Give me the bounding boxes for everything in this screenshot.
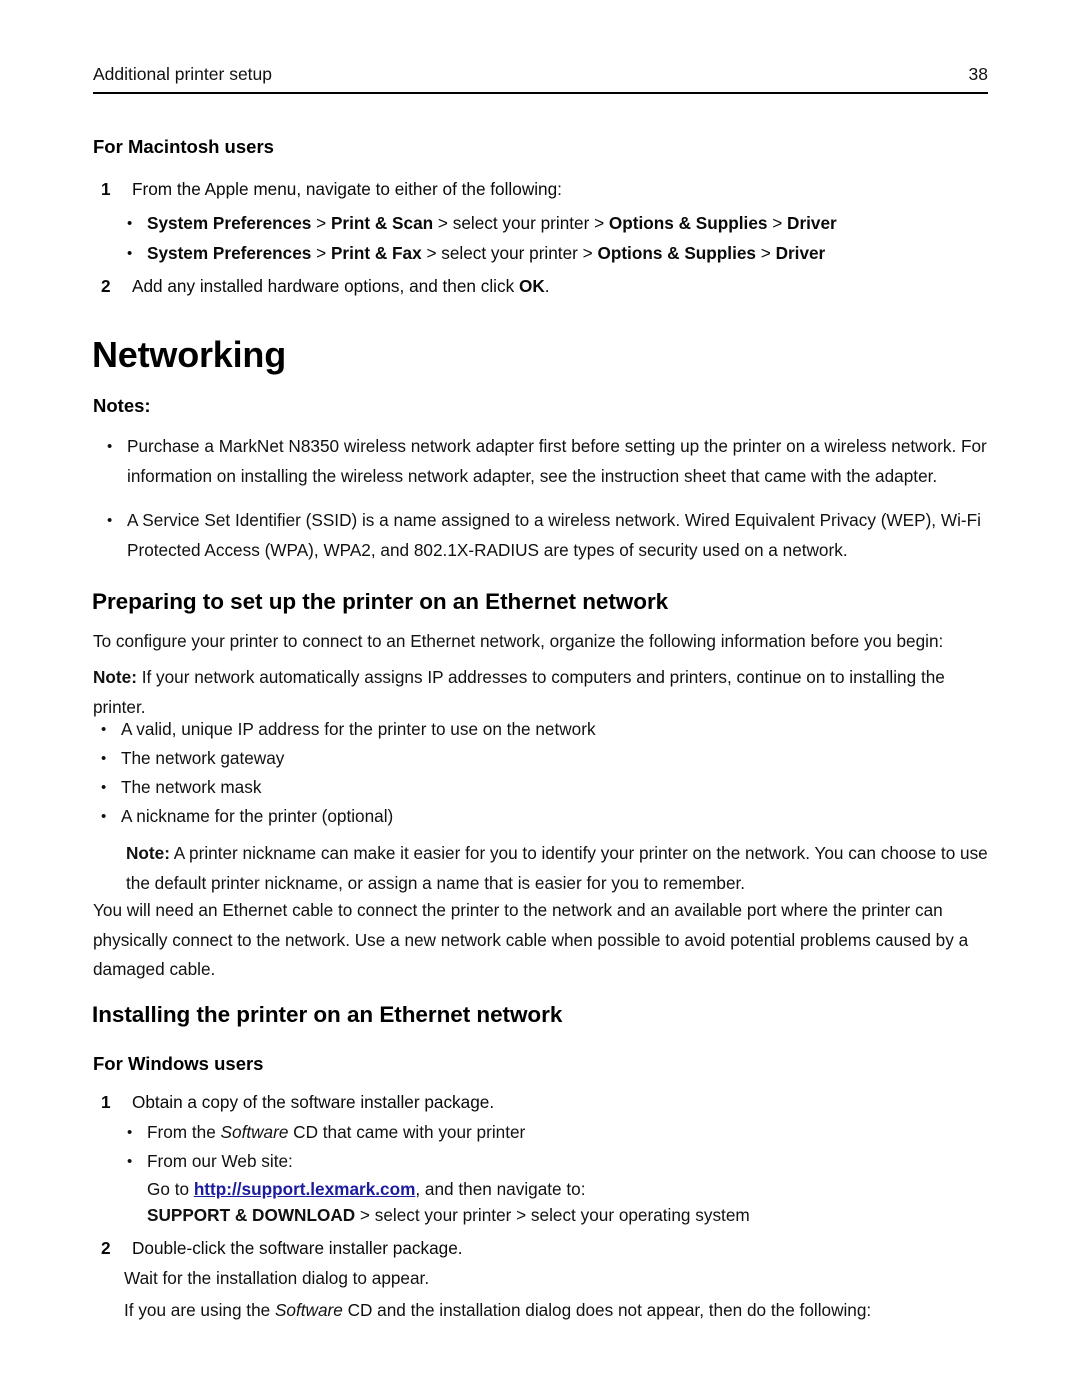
windows-step-2-wait-line: Wait for the installation dialog to appe… xyxy=(124,1268,430,1288)
preparing-requirement-1: • A valid, unique IP address for the pri… xyxy=(98,715,988,745)
page-number: 38 xyxy=(968,64,988,84)
if-software-post: CD and the installation dialog does not … xyxy=(342,1300,872,1320)
mac-path-2-sep-1: > xyxy=(311,243,331,263)
preparing-note-2-label: Note: xyxy=(126,843,170,863)
bullet-dot-icon: • xyxy=(101,750,107,767)
mac-path-2-seg-2: Print & Fax xyxy=(330,243,422,263)
lexmark-support-link[interactable]: http://support.lexmark.com xyxy=(194,1179,416,1199)
windows-navigation-path: SUPPORT & DOWNLOAD > select your printer… xyxy=(147,1201,988,1231)
preparing-note-2-text: A printer nickname can make it easier fo… xyxy=(126,843,988,893)
preparing-requirement-4-text: A nickname for the printer (optional) xyxy=(121,806,394,826)
heading-networking: Networking xyxy=(92,334,287,375)
support-download-label: SUPPORT & DOWNLOAD xyxy=(147,1205,356,1225)
mac-menu-path-bullet-1: • System Preferences > Print & Scan > se… xyxy=(124,209,994,239)
preparing-requirement-4: • A nickname for the printer (optional) xyxy=(98,802,988,832)
mac-path-2-seg-4: Driver xyxy=(775,243,826,263)
if-software-italic: Software xyxy=(274,1300,343,1320)
windows-step-1: 1 Obtain a copy of the software installe… xyxy=(101,1088,986,1118)
mac-path-2-seg-3: Options & Supplies xyxy=(597,243,756,263)
networking-note-2: • A Service Set Identifier (SSID) is a n… xyxy=(104,506,988,565)
mac-step-1: 1 From the Apple menu, navigate to eithe… xyxy=(101,175,986,205)
heading-installing-ethernet: Installing the printer on an Ethernet ne… xyxy=(92,1002,563,1027)
preparing-requirement-3: • The network mask xyxy=(98,773,988,803)
preparing-requirement-1-text: A valid, unique IP address for the print… xyxy=(121,719,596,739)
header-chapter-title: Additional printer setup xyxy=(93,64,272,84)
mac-step-2-text-pre: Add any installed hardware options, and … xyxy=(132,276,519,296)
preparing-note-1: Note: If your network automatically assi… xyxy=(93,663,988,722)
preparing-requirement-2-text: The network gateway xyxy=(121,748,285,768)
mac-path-1-seg-3: Options & Supplies xyxy=(608,213,768,233)
windows-source-bullet-web: • From our Web site: xyxy=(124,1147,988,1177)
windows-step-2-if-line: If you are using the Software CD and the… xyxy=(124,1296,988,1326)
windows-source-bullet-cd: • From the Software CD that came with yo… xyxy=(124,1118,988,1148)
preparing-note-1-label: Note: xyxy=(93,667,137,687)
networking-note-1-text: Purchase a MarkNet N8350 wireless networ… xyxy=(127,436,987,486)
bullet-dot-icon: • xyxy=(127,245,133,262)
windows-step-1-text: Obtain a copy of the software installer … xyxy=(132,1092,495,1112)
bullet-dot-icon: • xyxy=(127,1153,133,1170)
preparing-note-1-text: If your network automatically assigns IP… xyxy=(93,667,945,717)
mac-step-2-number: 2 xyxy=(101,276,111,296)
notes-label: Notes: xyxy=(93,395,151,416)
windows-cd-software-italic: Software xyxy=(220,1122,289,1142)
mac-path-1-sep-2: > xyxy=(767,213,788,233)
mac-path-2-seg-1: System Preferences xyxy=(147,243,312,263)
ethernet-cable-paragraph: You will need an Ethernet cable to conne… xyxy=(93,900,969,979)
windows-web-text: From our Web site: xyxy=(147,1151,293,1171)
heading-for-macintosh-users: For Macintosh users xyxy=(93,136,274,157)
networking-note-2-text: A Service Set Identifier (SSID) is a nam… xyxy=(127,510,981,560)
mac-path-1-seg-2: Print & Scan xyxy=(330,213,434,233)
preparing-requirement-3-text: The network mask xyxy=(121,777,262,797)
bullet-dot-icon: • xyxy=(127,215,133,232)
mac-step-1-text: From the Apple menu, navigate to either … xyxy=(132,179,562,199)
bullet-dot-icon: • xyxy=(101,779,107,796)
goto-suffix: , and then navigate to: xyxy=(415,1179,586,1199)
bullet-dot-icon: • xyxy=(107,438,113,455)
preparing-requirement-2: • The network gateway xyxy=(98,744,988,774)
windows-step-2-number: 2 xyxy=(101,1238,111,1258)
header-rule xyxy=(93,92,988,95)
windows-cd-pre: From the xyxy=(147,1122,221,1142)
mac-path-1-sep-1: > xyxy=(311,213,331,233)
preparing-intro-paragraph: To configure your printer to connect to … xyxy=(93,631,944,651)
mac-step-2: 2 Add any installed hardware options, an… xyxy=(101,272,986,302)
mac-path-1-seg-1: System Preferences xyxy=(147,213,312,233)
windows-step-2: 2 Double-click the software installer pa… xyxy=(101,1234,986,1264)
bullet-dot-icon: • xyxy=(107,512,113,529)
preparing-note-2: Note: A printer nickname can make it eas… xyxy=(126,839,988,898)
mac-path-2-mid: > select your printer > xyxy=(421,243,598,263)
windows-step-1-number: 1 xyxy=(101,1092,111,1112)
if-software-pre: If you are using the xyxy=(124,1300,275,1320)
support-download-rest: > select your printer > select your oper… xyxy=(355,1205,750,1225)
mac-step-2-ok: OK xyxy=(518,276,545,296)
heading-preparing-ethernet: Preparing to set up the printer on an Et… xyxy=(92,589,669,614)
running-header: Additional printer setup 38 xyxy=(93,64,988,85)
mac-step-2-text-post: . xyxy=(544,276,550,296)
networking-note-1: • Purchase a MarkNet N8350 wireless netw… xyxy=(104,432,988,491)
bullet-dot-icon: • xyxy=(101,808,107,825)
mac-step-1-number: 1 xyxy=(101,179,111,199)
bullet-dot-icon: • xyxy=(101,721,107,738)
windows-step-2-text: Double-click the software installer pack… xyxy=(132,1238,463,1258)
mac-path-1-mid: > select your printer > xyxy=(433,213,609,233)
mac-path-1-seg-4: Driver xyxy=(787,213,837,233)
goto-prefix: Go to xyxy=(147,1179,194,1199)
document-page: Additional printer setup 38 For Macintos… xyxy=(0,0,1080,1397)
mac-menu-path-bullet-2: • System Preferences > Print & Fax > sel… xyxy=(124,239,994,269)
windows-cd-post: CD that came with your printer xyxy=(288,1122,526,1142)
heading-for-windows-users: For Windows users xyxy=(93,1053,264,1074)
mac-path-2-sep-2: > xyxy=(755,243,776,263)
bullet-dot-icon: • xyxy=(127,1124,133,1141)
